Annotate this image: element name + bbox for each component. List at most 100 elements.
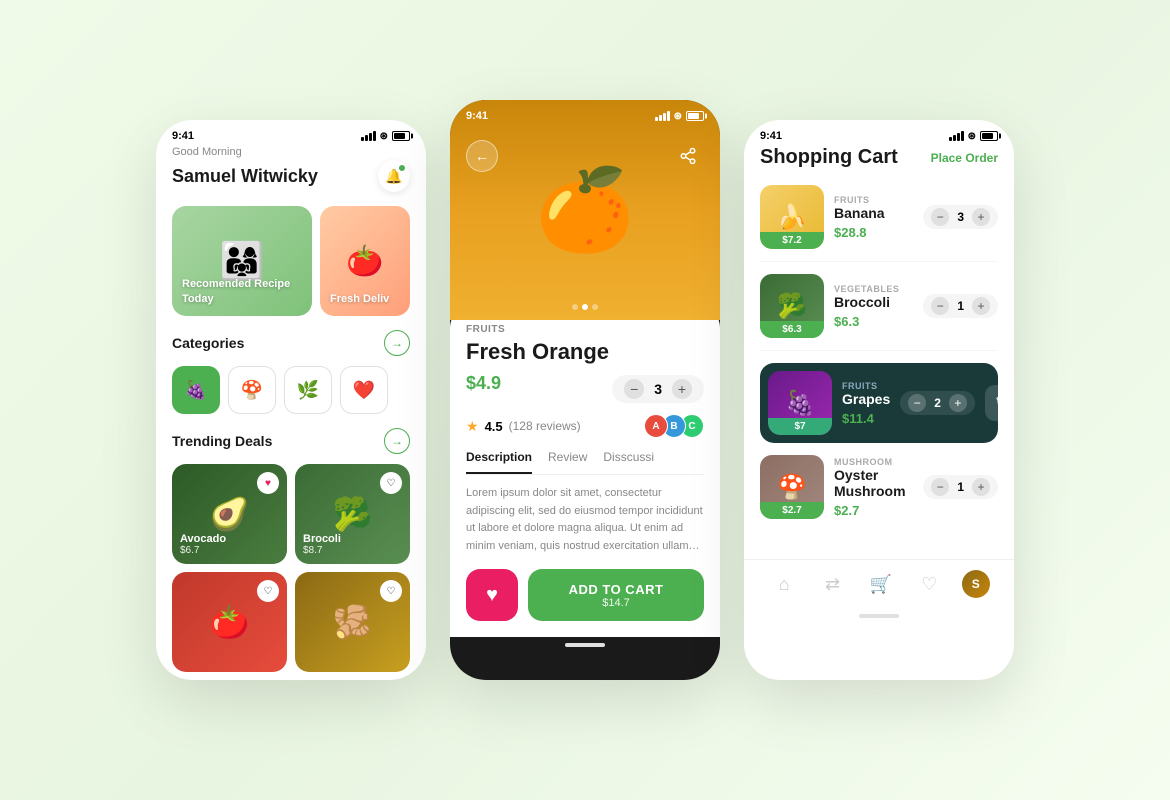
grapes-img-container: 🍇 $7 [768,371,832,435]
notification-dot [398,164,406,172]
trend-card-broccoli[interactable]: 🥦 ♡ Brocoli $8.7 [295,464,410,564]
trend-card-misc[interactable]: 🫚 ♡ [295,572,410,672]
mushroom-img-container: 🍄 $2.7 [760,455,824,519]
battery-fill-2 [688,113,699,119]
product-category: FRUITS [466,324,704,335]
nav-cart-button[interactable]: 🛒 [865,568,897,600]
banana-qty-increase[interactable]: + [972,208,990,226]
back-button[interactable]: ← [466,140,498,172]
avocado-name: Avocado [180,533,226,545]
status-bar-2: 9:41 ⊛ [450,100,720,126]
categories-more-button[interactable]: → [384,330,410,356]
product-hero: 🍊 ← [450,100,720,320]
avocado-favorite[interactable]: ♥ [257,472,279,494]
s2 [659,115,662,121]
wifi-icon-1: ⊛ [380,131,388,142]
banner-recipe[interactable]: 👨‍👩‍👧 Recomended Recipe Today [172,206,312,316]
qty-increase-button[interactable]: + [672,379,692,399]
grapes-delete-button[interactable]: 🗑 [985,385,1014,421]
banner-delivery[interactable]: 🍅 Fresh Deliv [320,206,410,316]
review-count: (128 reviews) [509,419,581,433]
mushroom-price: $2.7 [834,503,913,518]
product-tabs: Description Review Disscussi [466,450,704,475]
s1 [655,117,658,121]
reviewer-avatars: A B C [650,414,704,438]
trending-row-1: 🥑 ♥ Avocado $6.7 🥦 ♡ Brocoli [172,464,410,564]
share-button[interactable] [672,140,704,172]
signal-bars-2 [655,111,670,121]
qty-decrease-button[interactable]: − [624,379,644,399]
bottom-nav: ⌂ ⇄ 🛒 ♡ S [744,559,1014,608]
cart-item-mushroom: 🍄 $2.7 MUSHROOM Oyster Mushroom $2.7 − 1… [760,455,998,531]
broccoli-price: $8.7 [303,545,341,556]
product-price: $4.9 [466,373,501,394]
banana-price: $28.8 [834,225,913,240]
broccoli-qty: 1 [957,299,964,313]
broccoli-favorite[interactable]: ♡ [380,472,402,494]
signal-bars-1 [361,131,376,141]
banner-row: 👨‍👩‍👧 Recomended Recipe Today 🍅 Fresh De… [172,206,410,316]
category-fruits-btn[interactable]: 🍇 [172,366,220,414]
broccoli-name: Broccoli [834,294,913,310]
place-order-button[interactable]: Place Order [931,151,998,165]
trend-card-avocado[interactable]: 🥑 ♥ Avocado $6.7 [172,464,287,564]
greeting-text: Good Morning [172,146,410,158]
nav-favorite-button[interactable]: ♡ [913,568,945,600]
s3 [663,113,666,121]
grapes-qty-decrease[interactable]: − [908,394,926,412]
qty-value: 3 [654,381,662,397]
nav-profile-button[interactable]: S [962,570,990,598]
mushroom-qty-decrease[interactable]: − [931,478,949,496]
notification-bell[interactable]: 🔔 [378,160,410,192]
broccoli-qty-increase[interactable]: + [972,297,990,315]
star-icon: ★ [466,418,479,435]
time-2: 9:41 [466,110,488,122]
nav-home-button[interactable]: ⌂ [768,568,800,600]
wifi-icon-2: ⊛ [674,111,682,122]
broccoli-img-container: 🥦 $6.3 [760,274,824,338]
dot-2 [582,304,588,310]
signal-bar-4 [373,131,376,141]
banana-img-container: 🍌 $7.2 [760,185,824,249]
trending-more-button[interactable]: → [384,428,410,454]
battery-icon-1 [392,131,410,141]
mushroom-name: Oyster Mushroom [834,467,913,499]
scroll-indicator-3 [859,614,899,618]
favorite-button[interactable]: ♥ [466,569,518,621]
mushroom-qty-increase[interactable]: + [972,478,990,496]
battery-fill-3 [982,133,993,139]
mushroom-price-badge: $2.7 [760,502,824,519]
tab-review[interactable]: Review [548,450,587,474]
battery-icon-2 [686,111,704,121]
mushroom-info: MUSHROOM Oyster Mushroom $2.7 [834,457,913,518]
cart-content: Shopping Cart Place Order 🍌 $7.2 FRUITS … [744,146,1014,555]
add-to-cart-price: $14.7 [602,597,630,609]
add-to-cart-button[interactable]: ADD TO CART $14.7 [528,569,704,621]
banana-name: Banana [834,205,913,221]
tab-discussion[interactable]: Disscussi [603,450,654,474]
category-mushroom-btn[interactable]: 🍄 [228,366,276,414]
category-veggie-btn[interactable]: 🌿 [284,366,332,414]
broccoli-price: $6.3 [834,314,913,329]
screen-cart: 9:41 ⊛ Shopping Cart Place Order [744,120,1014,680]
avocado-info: Avocado $6.7 [180,533,226,556]
tomato-favorite[interactable]: ♡ [257,580,279,602]
banana-qty-decrease[interactable]: − [931,208,949,226]
misc-favorite[interactable]: ♡ [380,580,402,602]
tab-description[interactable]: Description [466,450,532,474]
nav-exchange-button[interactable]: ⇄ [817,568,849,600]
categories-title: Categories [172,335,244,351]
category-heart-btn[interactable]: ❤️ [340,366,388,414]
broccoli-qty-decrease[interactable]: − [931,297,949,315]
grapes-price: $11.4 [842,411,890,426]
wifi-icon-3: ⊛ [968,131,976,142]
trend-card-tomato[interactable]: 🍅 ♡ [172,572,287,672]
grapes-qty-increase[interactable]: + [949,394,967,412]
product-hero-image: 🍊 [535,163,635,257]
grapes-price-badge: $7 [768,418,832,435]
categories-row: 🍇 🍄 🌿 ❤️ [172,366,410,414]
product-name: Fresh Orange [466,339,704,365]
product-detail-panel: FRUITS Fresh Orange $4.9 − 3 + ★ 4.5 (12… [450,304,720,637]
signal-bar-2 [365,135,368,141]
action-row: ♥ ADD TO CART $14.7 [466,569,704,621]
